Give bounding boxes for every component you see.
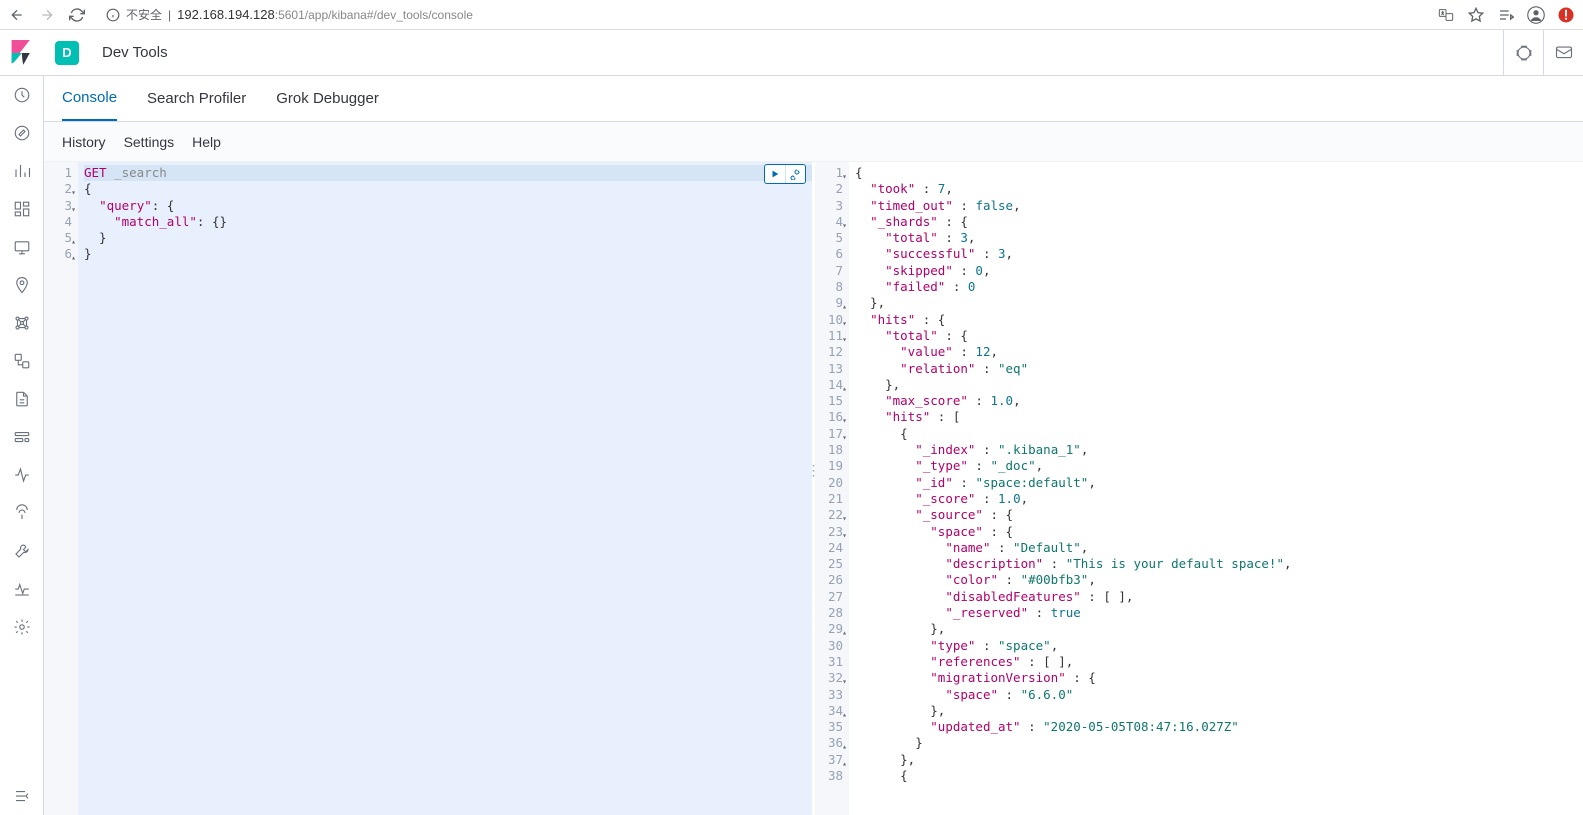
discover-icon[interactable] xyxy=(0,114,43,152)
uptime-icon[interactable] xyxy=(0,456,43,494)
maps-icon[interactable] xyxy=(0,266,43,304)
app-header: D Dev Tools xyxy=(0,30,1583,76)
kibana-logo[interactable] xyxy=(0,30,44,75)
send-request-button[interactable] xyxy=(765,165,785,183)
bookmark-icon[interactable] xyxy=(1467,6,1485,24)
feedback-icon[interactable] xyxy=(1543,30,1583,75)
back-button[interactable] xyxy=(8,6,26,24)
collapse-icon[interactable] xyxy=(0,777,43,815)
visualize-icon[interactable] xyxy=(0,152,43,190)
forward-button[interactable] xyxy=(38,6,56,24)
infra-icon[interactable] xyxy=(0,342,43,380)
canvas-icon[interactable] xyxy=(0,228,43,266)
fullscreen-icon[interactable] xyxy=(1503,30,1543,75)
tab-search-profiler[interactable]: Search Profiler xyxy=(147,76,246,121)
request-editor[interactable]: 12▾3▾45▴6▴GET _search{ "query": { "match… xyxy=(44,162,812,815)
url-text: 192.168.194.128:5601/app/kibana#/dev_too… xyxy=(177,7,473,22)
settings-link[interactable]: Settings xyxy=(124,134,175,150)
url-bar[interactable]: 不安全 | 192.168.194.128:5601/app/kibana#/d… xyxy=(98,4,1425,26)
devtools-icon[interactable] xyxy=(0,532,43,570)
request-options-button[interactable] xyxy=(785,165,805,183)
page-title: Dev Tools xyxy=(102,44,168,61)
recent-icon[interactable] xyxy=(0,76,43,114)
reload-button[interactable] xyxy=(68,6,86,24)
extension-icon[interactable] xyxy=(1557,6,1575,24)
ml-icon[interactable] xyxy=(0,304,43,342)
siem-icon[interactable] xyxy=(0,494,43,532)
profile-icon[interactable] xyxy=(1527,6,1545,24)
console-menu: History Settings Help xyxy=(44,122,1583,162)
security-label: 不安全 xyxy=(126,6,162,23)
content-area: Console Search Profiler Grok Debugger Hi… xyxy=(44,76,1583,815)
space-selector[interactable]: D xyxy=(55,41,79,65)
management-icon[interactable] xyxy=(0,608,43,646)
tabs-bar: Console Search Profiler Grok Debugger xyxy=(44,76,1583,122)
tab-console[interactable]: Console xyxy=(62,76,117,121)
translate-icon[interactable] xyxy=(1437,6,1455,24)
playlist-icon[interactable] xyxy=(1497,6,1515,24)
tab-grok-debugger[interactable]: Grok Debugger xyxy=(276,76,379,121)
nav-sidebar xyxy=(0,76,44,815)
browser-toolbar: 不安全 | 192.168.194.128:5601/app/kibana#/d… xyxy=(0,0,1583,30)
dashboard-icon[interactable] xyxy=(0,190,43,228)
response-viewer: 1▾234▾56789▴10▾11▾121314▴1516▾17▾1819202… xyxy=(815,162,1583,815)
help-link[interactable]: Help xyxy=(192,134,221,150)
monitoring-icon[interactable] xyxy=(0,570,43,608)
apm-icon[interactable] xyxy=(0,418,43,456)
history-link[interactable]: History xyxy=(62,134,106,150)
logs-icon[interactable] xyxy=(0,380,43,418)
info-icon xyxy=(106,8,120,22)
